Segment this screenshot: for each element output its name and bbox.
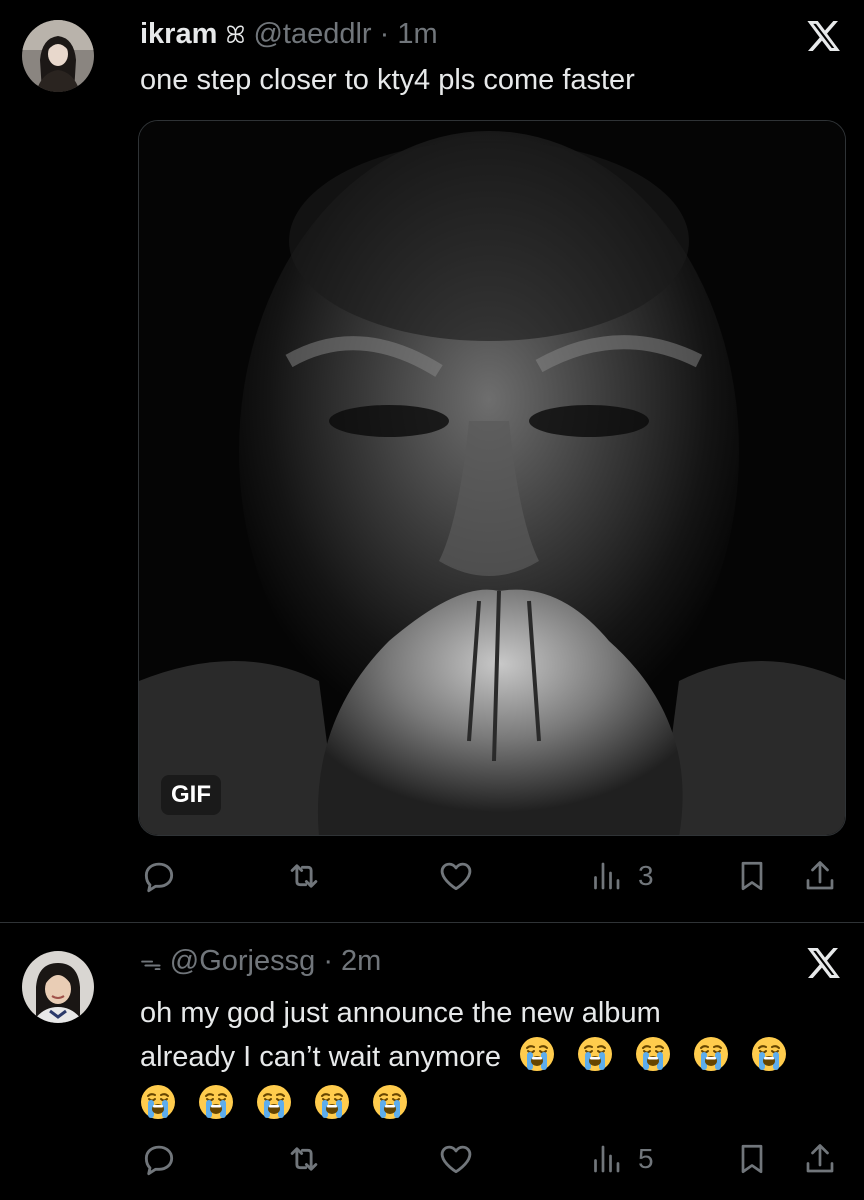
bookmark-button[interactable] [734,856,770,896]
separator: · [379,18,390,50]
views-count: 5 [638,1143,654,1174]
reply-icon [144,1145,174,1176]
timestamp[interactable]: 1m [397,18,437,50]
share-button[interactable] [802,856,838,896]
share-button[interactable] [802,1139,838,1179]
gif-image [139,121,845,835]
retweet-icon [290,864,318,888]
like-icon [440,1145,472,1174]
action-bar: 3 [140,856,840,896]
handle[interactable]: @Gorjessg [170,945,315,977]
display-name[interactable]: ikram [140,18,217,50]
reply-button[interactable] [140,856,178,896]
tweet-1[interactable]: ikram ꕤ @taeddlr · 1m one step closer to… [0,0,864,922]
tweet-text-line: already I can’t wait anymore [140,1033,830,1081]
bookmark-icon [741,861,763,891]
tweet-text-line: oh my god just announce the new album [140,997,661,1029]
loudly-crying-face-emoji [140,1084,176,1120]
share-icon [806,1144,834,1173]
views-count: 3 [638,860,654,891]
like-icon [440,862,472,891]
tweet-text: oh my god just announce the new album al… [140,993,830,1129]
reply-button[interactable] [140,1139,178,1179]
retweet-icon [290,1147,318,1171]
loudly-crying-face-emoji [577,1036,613,1072]
avatar[interactable] [22,20,94,92]
gif-badge: GIF [161,775,221,815]
avatar[interactable] [22,951,94,1023]
loudly-crying-face-emoji [372,1084,408,1120]
tweet-header: ᯓ @Gorjessg · 2m [140,945,381,978]
bookmark-button[interactable] [734,1139,770,1179]
share-icon [806,861,834,890]
tweet-header: ikram ꕤ @taeddlr · 1m [140,18,438,51]
handle[interactable]: @taeddlr [253,18,371,50]
emoji-row [140,1081,830,1129]
views-icon [594,1145,620,1173]
separator: · [323,945,333,977]
views-icon [594,862,620,890]
retweet-button[interactable] [284,1139,324,1179]
loudly-crying-face-emoji [198,1084,234,1120]
name-badge: ꕤ [225,22,246,49]
action-bar: 5 [140,1139,840,1179]
emoji-row [519,1041,801,1073]
retweet-button[interactable] [284,856,324,896]
gif-media[interactable]: GIF [138,120,846,836]
tweet-text-fragment: already I can’t wait anymore [140,1041,502,1073]
tweet-text: one step closer to kty4 pls come faster [140,64,635,96]
loudly-crying-face-emoji [635,1036,671,1072]
loudly-crying-face-emoji [519,1036,555,1072]
timestamp[interactable]: 2m [341,945,381,977]
name-badge: ᯓ [140,950,162,975]
tweet-2[interactable]: ᯓ @Gorjessg · 2m oh my god just announce… [0,923,864,1200]
views-button[interactable]: 5 [588,1139,654,1179]
x-logo-icon [804,945,842,981]
reply-icon [144,862,174,893]
loudly-crying-face-emoji [751,1036,787,1072]
like-button[interactable] [436,1139,476,1179]
loudly-crying-face-emoji [314,1084,350,1120]
views-button[interactable]: 3 [588,856,654,896]
loudly-crying-face-emoji [256,1084,292,1120]
loudly-crying-face-emoji [693,1036,729,1072]
x-logo-icon [804,18,842,54]
bookmark-icon [741,1144,763,1174]
like-button[interactable] [436,856,476,896]
